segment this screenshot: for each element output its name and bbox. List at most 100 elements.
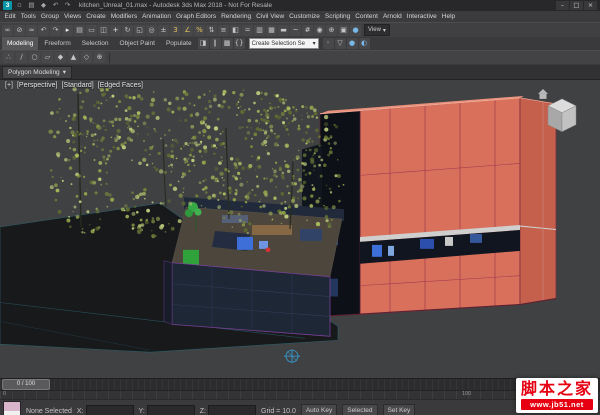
percent-snap-icon[interactable]: %: [194, 24, 205, 36]
menu-item[interactable]: Edit: [2, 13, 18, 20]
viewport-preset-menu[interactable]: [Standard]: [61, 82, 93, 89]
mirror-tool-icon[interactable]: ◨: [197, 38, 209, 49]
menu-item[interactable]: Interactive: [404, 13, 439, 20]
set-key-button[interactable]: Set Key: [382, 403, 416, 415]
render-setup-icon[interactable]: ⊕: [326, 24, 337, 36]
track-bar[interactable]: 0 100: [0, 390, 600, 399]
menu-item[interactable]: Customize: [287, 13, 323, 20]
z-coordinate-input[interactable]: [208, 405, 257, 415]
time-slider-handle[interactable]: 0 / 100: [2, 379, 50, 390]
align-icon[interactable]: =: [242, 24, 253, 36]
menu-item[interactable]: Graph Editors: [174, 13, 219, 20]
render-teapot-icon[interactable]: ●: [346, 38, 358, 49]
new-scene-icon[interactable]: ▫: [15, 1, 24, 10]
tab-modeling[interactable]: Modeling: [2, 37, 39, 50]
menu-item[interactable]: Modifiers: [108, 13, 139, 20]
snap-toggle-icon[interactable]: 3: [170, 24, 181, 36]
curve-editor-icon[interactable]: ~: [290, 24, 301, 36]
building-model[interactable]: [302, 95, 557, 317]
select-manipulate-icon[interactable]: ±: [158, 24, 169, 36]
reference-coordinate-dropdown[interactable]: View ▾: [364, 24, 390, 36]
schematic-view-icon[interactable]: #: [302, 24, 313, 36]
menu-item[interactable]: Create: [84, 13, 109, 20]
menu-item[interactable]: Civil View: [254, 13, 287, 20]
tab-selection[interactable]: Selection: [77, 37, 114, 50]
menu-item[interactable]: Help: [439, 13, 457, 20]
constraints-icon[interactable]: ◇: [81, 52, 92, 63]
viewport-pov-menu[interactable]: [Perspective]: [17, 82, 57, 89]
viewport-plus-menu[interactable]: [+]: [5, 82, 13, 89]
menu-item[interactable]: Animation: [140, 13, 174, 20]
element-sub-icon[interactable]: ◆: [55, 52, 66, 63]
bind-spacewarp-icon[interactable]: ≈: [26, 24, 37, 36]
mirror-icon[interactable]: ◧: [230, 24, 241, 36]
select-rotate-icon[interactable]: ↻: [122, 24, 133, 36]
select-scale-icon[interactable]: ◱: [134, 24, 145, 36]
rendered-frame-icon[interactable]: ▣: [338, 24, 349, 36]
redo-quick-icon[interactable]: ↷: [63, 1, 72, 10]
display-filter-icon[interactable]: ▽: [334, 38, 346, 49]
menu-item[interactable]: Arnold: [380, 13, 404, 20]
select-link-icon[interactable]: ∞: [2, 24, 13, 36]
redo-icon[interactable]: ↷: [50, 24, 61, 36]
y-label: Y:: [138, 407, 145, 415]
y-coordinate-input[interactable]: [146, 405, 195, 415]
sets-icon[interactable]: {}: [233, 38, 245, 49]
border-sub-icon[interactable]: ○: [29, 52, 40, 63]
open-file-icon[interactable]: ▤: [27, 1, 36, 10]
material-editor-icon[interactable]: ◉: [314, 24, 325, 36]
menu-item[interactable]: Tools: [18, 13, 38, 20]
listener-script-row[interactable]: [4, 411, 20, 415]
render-production-icon[interactable]: ●: [350, 24, 361, 36]
angle-snap-icon[interactable]: ∠: [182, 24, 193, 36]
isolate-selection-icon[interactable]: ◦: [322, 38, 334, 49]
select-move-icon[interactable]: +: [110, 24, 121, 36]
track-bar-end: 100: [462, 391, 472, 397]
tab-freeform[interactable]: Freeform: [39, 37, 75, 50]
x-coordinate-input[interactable]: [85, 405, 134, 415]
maxscript-mini-listener[interactable]: [3, 401, 21, 415]
tab-object-paint[interactable]: Object Paint: [115, 37, 160, 50]
undo-quick-icon[interactable]: ↶: [51, 1, 60, 10]
align-tool-icon[interactable]: ∥: [209, 38, 221, 49]
viewport-shading-menu[interactable]: [Edged Faces]: [98, 82, 143, 89]
rectangular-region-icon[interactable]: ▭: [86, 24, 97, 36]
window-crossing-icon[interactable]: ◫: [98, 24, 109, 36]
tab-populate[interactable]: Populate: [161, 37, 197, 50]
menu-item[interactable]: Content: [353, 13, 381, 20]
menu-item[interactable]: Scripting: [322, 13, 352, 20]
menu-item[interactable]: Views: [61, 13, 83, 20]
window-title: kitchen_Unreal_01.max - Autodesk 3ds Max…: [79, 2, 272, 9]
minimize-button[interactable]: –: [556, 1, 569, 10]
auto-key-button[interactable]: Auto Key: [300, 403, 338, 415]
app-logo-icon[interactable]: 3: [3, 1, 12, 10]
save-file-icon[interactable]: ◆: [39, 1, 48, 10]
select-object-icon[interactable]: ▸: [62, 24, 73, 36]
grid-snap-icon[interactable]: ▩: [221, 38, 233, 49]
edge-sub-icon[interactable]: ∕: [16, 52, 27, 63]
menu-item[interactable]: Group: [38, 13, 61, 20]
vertex-sub-icon[interactable]: ∴: [3, 52, 14, 63]
named-selection-set-combo[interactable]: Create Selection Se ▾: [248, 38, 319, 49]
undo-icon[interactable]: ↶: [38, 24, 49, 36]
symmetry-icon[interactable]: ⊕: [94, 52, 105, 63]
modify-mode-icon[interactable]: ▲: [68, 52, 79, 63]
close-button[interactable]: ×: [584, 1, 597, 10]
polygon-modeling-panel[interactable]: Polygon Modeling ▾: [2, 65, 72, 79]
polygon-sub-icon[interactable]: ▱: [42, 52, 53, 63]
spinner-snap-icon[interactable]: ⇅: [206, 24, 217, 36]
layer-explorer-icon[interactable]: ▦: [266, 24, 277, 36]
perspective-viewport[interactable]: [+] [Perspective] [Standard] [Edged Face…: [0, 79, 600, 378]
kitchen-model[interactable]: [163, 197, 344, 337]
maximize-button[interactable]: □: [570, 1, 583, 10]
menu-item[interactable]: Rendering: [219, 13, 254, 20]
scene-explorer-icon[interactable]: ▥: [254, 24, 265, 36]
arnold-render-icon[interactable]: ◐: [358, 38, 370, 49]
selected-mode-button[interactable]: Selected: [342, 403, 378, 415]
unlink-icon[interactable]: ⊘: [14, 24, 25, 36]
ribbon-toggle-icon[interactable]: ▬: [278, 24, 289, 36]
listener-macro-row[interactable]: [4, 402, 20, 411]
select-by-name-icon[interactable]: ▤: [74, 24, 85, 36]
pivot-point-icon[interactable]: ◎: [146, 24, 157, 36]
named-selection-sets-icon[interactable]: ≡: [218, 24, 229, 36]
